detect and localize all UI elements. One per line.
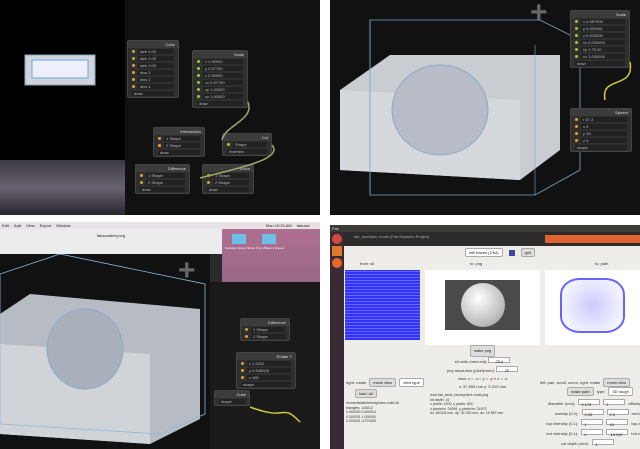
stl-units-input[interactable]: 25.4 [488, 357, 511, 364]
stl-mesh-view[interactable] [345, 270, 420, 340]
png-resolution-label: png resolution (pixels/mm): [446, 368, 495, 373]
axis-radio[interactable]: -z [504, 376, 507, 381]
png-resolution-input[interactable]: 20 [496, 366, 519, 373]
stl-units-label: stl units (mm/unit): [454, 359, 488, 364]
files-icon[interactable] [332, 246, 342, 256]
param-label: bot z [631, 431, 640, 436]
path-view-button[interactable]: mesh view [603, 378, 631, 387]
view-label: view: [457, 376, 467, 381]
axis-radio[interactable]: z [497, 376, 499, 381]
column-header-from: from: stl [360, 261, 375, 266]
path-view[interactable] [545, 270, 640, 345]
node-editor-panel-top-left: Cube size 1.00 size 1.00 size 1.00 divs … [0, 0, 320, 215]
error-input[interactable]: 1.0 [606, 409, 629, 417]
param-label: overlap (0-1): [554, 411, 579, 416]
param-label: diameter (mm): [548, 401, 576, 406]
column-header-png: to: png [470, 261, 483, 266]
ubuntu-top-bar: Fab [330, 225, 640, 232]
axis-radio[interactable]: -y [489, 376, 492, 381]
load-stl-button[interactable]: load .stl [355, 389, 377, 398]
3d-viewport-top-right[interactable]: + Scale x 0.087900 y 0.393481 z 0.000000… [330, 0, 640, 215]
stl-info: /home/fablab/hemisphere-mold.stl triangl… [346, 401, 399, 424]
axis-radio[interactable]: y [483, 376, 485, 381]
mouse-hint: right: rotate [346, 380, 367, 385]
info-line: 0.000001 0.070000 [346, 419, 377, 423]
quit-button[interactable]: quit [520, 248, 536, 257]
info-line: dx: 48.003 mm, dy: 32.030 mm, dz: 19.587… [430, 411, 504, 415]
node-connections [249, 406, 301, 423]
process-select[interactable]: mill traces (1/64) [465, 248, 503, 257]
param-label: cut depth (mm): [560, 441, 589, 446]
hemisphere-heightmap [460, 283, 505, 327]
param-label: error [631, 411, 640, 416]
view-type-select[interactable]: view type [399, 378, 424, 387]
mac-desktop-bottom-left: Edit Add View Export Window Mon 10:23 AM… [0, 222, 320, 449]
diameter-input[interactable]: 3.175 [578, 399, 601, 407]
path-params: diameter (mm): 3.175 1 offsets overlap (0-1… [535, 399, 640, 449]
make-png-button[interactable]: make png [469, 345, 496, 357]
top-z-input[interactable]: 16 [606, 419, 629, 427]
column-header-path: to: path [595, 261, 609, 266]
param-label: top z [631, 421, 640, 426]
ubuntu-launcher [330, 232, 344, 449]
axis-radio[interactable]: x [468, 376, 470, 381]
png-info: read fab_send_hemisphere-mold.png bit de… [430, 393, 503, 416]
bot-intensity-input[interactable]: 0 [581, 429, 604, 437]
firefox-icon[interactable] [332, 258, 342, 268]
overlap-input[interactable]: 0.25 [581, 409, 604, 417]
bot-z-input[interactable]: -19.587 [606, 429, 629, 437]
make-path-button[interactable]: make path [567, 387, 594, 396]
param-label: bot intensity (0-1): [546, 431, 579, 436]
node-connections [199, 101, 275, 179]
dimensions-readout: x: 37.853 mm y: 5.313 mm [458, 384, 507, 389]
cut-depth-input[interactable]: 1 [592, 439, 614, 447]
axis-radio[interactable]: -x [475, 376, 478, 381]
path-type-select[interactable]: 3D rough [608, 387, 633, 396]
info-line: /home/fablab/hemisphere-mold.stl [346, 401, 399, 405]
mesh-view-button[interactable]: mesh view [369, 378, 397, 387]
param-label: top intensity (0-1): [546, 421, 579, 426]
title-accent [545, 235, 640, 243]
node-connections [603, 61, 632, 101]
top-intensity-input[interactable]: 1 [581, 419, 604, 427]
mouse-hint: left: pan, scroll: zoom, right: rotate [540, 380, 601, 385]
fab-modules-window: Fab fab_modules: mods (Fab Modules Proje… [330, 225, 640, 449]
param-label: offsets [628, 401, 640, 406]
offsets-input[interactable]: 1 [603, 399, 626, 407]
ubuntu-logo-icon[interactable] [332, 234, 342, 244]
grid-icon [508, 249, 515, 256]
path-type-label: type: [596, 389, 606, 394]
png-view [425, 270, 540, 345]
